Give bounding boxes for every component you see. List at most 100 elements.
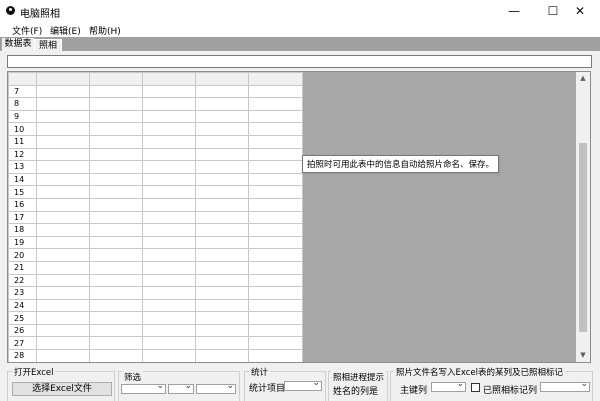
row-header[interactable]: 8 [8,97,37,111]
row-header[interactable]: 21 [8,260,37,275]
row-header[interactable]: 27 [8,336,37,351]
table-cell[interactable] [248,122,303,136]
table-cell[interactable] [36,84,90,99]
table-cell[interactable] [142,298,196,313]
table-cell[interactable] [89,248,143,262]
row-header[interactable]: 17 [8,210,37,225]
table-row[interactable]: 19 [8,235,303,250]
table-cell[interactable] [89,286,143,300]
table-cell[interactable] [195,248,249,262]
table-row[interactable]: 10 [8,122,303,136]
table-cell[interactable] [195,134,249,149]
scroll-up-icon[interactable]: ▲ [578,73,588,83]
table-cell[interactable] [142,223,196,237]
table-cell[interactable] [248,172,303,187]
table-cell[interactable] [195,235,249,250]
table-cell[interactable] [248,109,303,124]
table-cell[interactable] [36,298,90,313]
table-cell[interactable] [248,298,303,313]
table-row[interactable]: 27 [8,336,303,351]
minimize-button[interactable]: — [494,0,534,22]
table-cell[interactable] [142,349,196,362]
table-cell[interactable] [195,109,249,124]
table-cell[interactable] [36,248,90,262]
row-header[interactable]: 7 [8,84,37,99]
table-cell[interactable] [248,235,303,250]
table-cell[interactable] [36,160,90,174]
row-header[interactable]: 16 [8,197,37,212]
row-header[interactable]: 18 [8,223,37,237]
table-row[interactable]: 23 [8,286,303,300]
table-cell[interactable] [248,248,303,262]
table-cell[interactable] [36,185,90,199]
table-cell[interactable] [142,109,196,124]
row-header[interactable]: 15 [8,185,37,199]
column-header[interactable] [89,72,143,86]
row-header[interactable]: 28 [8,349,37,362]
select-excel-button[interactable]: 选择Excel文件 [12,382,112,396]
tab-data-sheet[interactable]: 数据表 [2,38,34,51]
table-cell[interactable] [89,84,143,99]
cell-input-field[interactable] [7,55,592,68]
table-cell[interactable] [248,273,303,288]
table-cell[interactable] [89,298,143,313]
table-cell[interactable] [36,172,90,187]
table-row[interactable]: 17 [8,210,303,225]
table-cell[interactable] [195,160,249,174]
table-cell[interactable] [89,311,143,325]
table-cell[interactable] [142,134,196,149]
table-cell[interactable] [142,248,196,262]
table-cell[interactable] [36,109,90,124]
row-header[interactable]: 23 [8,286,37,300]
table-cell[interactable] [195,286,249,300]
row-header[interactable]: 9 [8,109,37,124]
row-header[interactable]: 13 [8,160,37,174]
table-cell[interactable] [89,235,143,250]
table-row[interactable]: 15 [8,185,303,199]
row-header[interactable]: 14 [8,172,37,187]
table-cell[interactable] [89,210,143,225]
column-header[interactable] [36,72,90,86]
table-row[interactable]: 11 [8,134,303,149]
table-cell[interactable] [142,323,196,338]
table-cell[interactable] [142,210,196,225]
menu-help[interactable]: 帮助(H) [89,24,121,37]
table-cell[interactable] [89,122,143,136]
table-cell[interactable] [89,260,143,275]
table-cell[interactable] [36,134,90,149]
table-cell[interactable] [36,323,90,338]
table-cell[interactable] [89,223,143,237]
table-row[interactable]: 16 [8,197,303,212]
table-row[interactable]: 22 [8,273,303,288]
spreadsheet-grid[interactable]: 7 8 9 10 11 12 13 14 15 16 17 18 19 20 21 22 23 24 25 26 27 2… [7,71,591,363]
table-cell[interactable] [195,197,249,212]
table-cell[interactable] [195,84,249,99]
filter-operator-select[interactable] [168,381,194,394]
menu-file[interactable]: 文件(F) [12,24,42,37]
row-header[interactable]: 25 [8,311,37,325]
table-cell[interactable] [248,286,303,300]
table-row[interactable]: 8 [8,97,303,111]
table-cell[interactable] [195,260,249,275]
filter-value-select[interactable] [196,381,236,394]
table-cell[interactable] [195,273,249,288]
table-cell[interactable] [89,147,143,162]
table-row[interactable]: 25 [8,311,303,325]
scroll-down-icon[interactable]: ▼ [578,350,588,360]
data-table[interactable]: 7 8 9 10 11 12 13 14 15 16 17 18 19 20 21 22 23 24 25 26 27 2… [8,72,303,362]
table-cell[interactable] [142,172,196,187]
table-cell[interactable] [89,97,143,111]
table-cell[interactable] [248,336,303,351]
table-cell[interactable] [36,311,90,325]
row-header[interactable]: 12 [8,147,37,162]
table-cell[interactable] [248,160,303,174]
table-cell[interactable] [36,273,90,288]
table-cell[interactable] [142,122,196,136]
table-cell[interactable] [248,223,303,237]
table-row[interactable]: 28 [8,349,303,362]
table-row[interactable]: 12 [8,147,303,162]
table-cell[interactable] [248,323,303,338]
close-button[interactable]: ✕ [560,0,600,22]
table-cell[interactable] [248,147,303,162]
filter-column-select[interactable] [121,381,166,394]
